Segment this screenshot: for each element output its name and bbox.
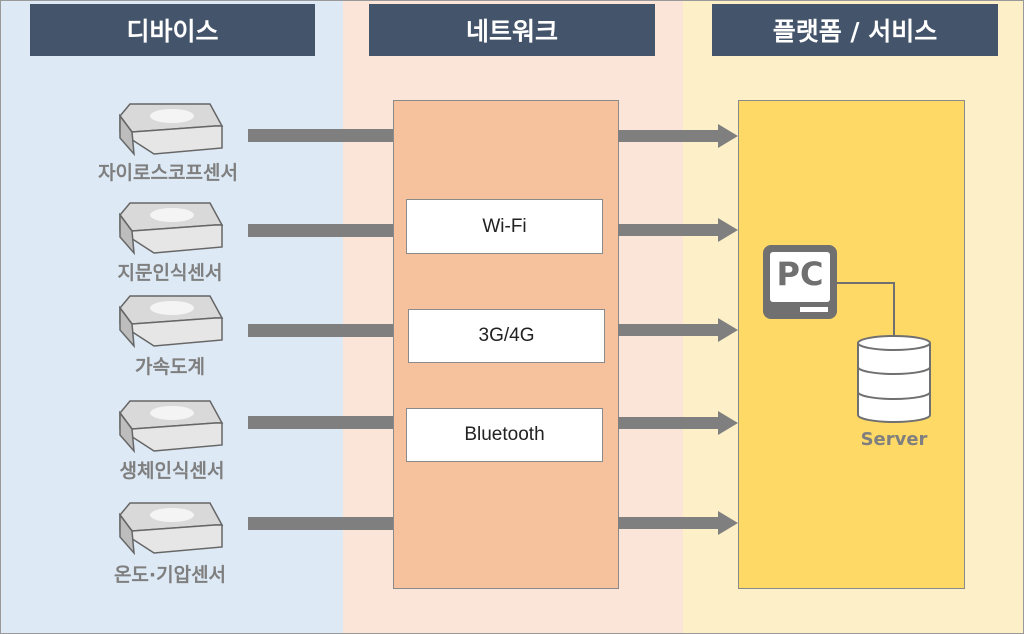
network-3g4g: 3G/4G xyxy=(408,309,605,363)
device-label-2: 지문인식센서 xyxy=(117,262,223,284)
device-label-3: 가속도계 xyxy=(135,356,205,378)
arrow-in-2 xyxy=(248,224,393,237)
device-icon-2 xyxy=(119,202,223,254)
device-label-1: 자이로스코프센서 xyxy=(98,162,238,184)
device-label-4: 생체인식센서 xyxy=(119,460,225,482)
arrow-in-1 xyxy=(248,129,393,142)
network-bluetooth: Bluetooth xyxy=(406,408,603,462)
arrow-out-1 xyxy=(618,124,738,148)
connector-line xyxy=(836,282,895,340)
arrow-in-3 xyxy=(248,324,393,337)
network-wifi: Wi-Fi xyxy=(406,199,603,254)
arrow-out-2 xyxy=(618,218,738,242)
device-icon-1 xyxy=(119,103,223,155)
arrow-out-3 xyxy=(618,318,738,342)
device-icon-3 xyxy=(119,295,223,347)
arrow-out-5 xyxy=(618,511,738,535)
pc-label: PC xyxy=(776,255,824,293)
device-icon-5 xyxy=(119,502,223,554)
server-database-icon xyxy=(857,335,931,423)
arrow-in-5 xyxy=(248,517,393,530)
arrow-out-4 xyxy=(618,411,738,435)
arrow-in-4 xyxy=(248,416,393,429)
device-icon-4 xyxy=(119,400,223,452)
server-label: Server xyxy=(860,429,928,450)
device-label-5: 온도·기압센서 xyxy=(113,564,227,586)
